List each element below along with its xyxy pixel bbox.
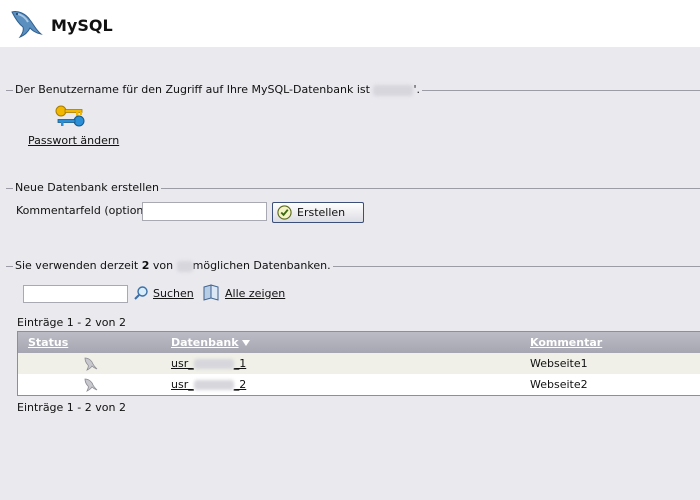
- entries-count-bottom: Einträge 1 - 2 von 2: [17, 401, 126, 414]
- change-password-link[interactable]: Passwort ändern: [28, 134, 119, 147]
- app-header: MySQL: [0, 0, 700, 47]
- comment-field-label: Kommentarfeld (optional): [16, 204, 158, 217]
- page-title: MySQL: [51, 16, 113, 35]
- keys-icon[interactable]: [54, 103, 86, 129]
- create-db-section: Neue Datenbank erstellen: [0, 181, 700, 195]
- show-all-icon[interactable]: [202, 283, 220, 301]
- account-legend: Der Benutzername für den Zugriff auf Ihr…: [13, 83, 422, 96]
- search-input[interactable]: [23, 285, 128, 303]
- check-icon: [277, 205, 292, 220]
- database-table: Status Datenbank Kommentar usr_ _1 Websei…: [17, 331, 700, 396]
- column-database[interactable]: Datenbank: [171, 336, 250, 349]
- entries-count-top: Einträge 1 - 2 von 2: [17, 316, 126, 329]
- usage-legend: Sie verwenden derzeit 2 von möglichen Da…: [13, 259, 333, 272]
- column-status[interactable]: Status: [28, 336, 68, 349]
- database-comment: Webseite1: [530, 357, 588, 370]
- sort-down-icon: [241, 340, 250, 346]
- show-all-link[interactable]: Alle zeigen: [225, 287, 285, 300]
- dolphin-status-icon: [84, 357, 98, 371]
- database-link[interactable]: usr_ _1: [171, 357, 246, 370]
- create-button[interactable]: Erstellen: [272, 202, 364, 223]
- database-comment: Webseite2: [530, 378, 588, 391]
- table-row: usr_ _1 Webseite1: [18, 353, 700, 374]
- redacted-username: [193, 359, 234, 369]
- redacted-username: [193, 380, 234, 390]
- column-comment[interactable]: Kommentar: [530, 336, 602, 349]
- table-row: usr_ _2 Webseite2: [18, 374, 700, 395]
- account-section: Der Benutzername für den Zugriff auf Ihr…: [0, 83, 700, 97]
- search-icon[interactable]: [133, 285, 149, 301]
- redacted-username: [373, 84, 414, 96]
- dolphin-status-icon: [84, 378, 98, 392]
- usage-section: Sie verwenden derzeit 2 von möglichen Da…: [0, 259, 700, 273]
- database-link[interactable]: usr_ _2: [171, 378, 246, 391]
- redacted-max: [176, 260, 193, 272]
- create-button-label: Erstellen: [297, 206, 346, 219]
- comment-field[interactable]: [142, 202, 267, 221]
- dolphin-icon: [11, 11, 43, 39]
- search-link[interactable]: Suchen: [153, 287, 194, 300]
- table-header: Status Datenbank Kommentar: [18, 332, 700, 353]
- create-db-legend: Neue Datenbank erstellen: [13, 181, 162, 194]
